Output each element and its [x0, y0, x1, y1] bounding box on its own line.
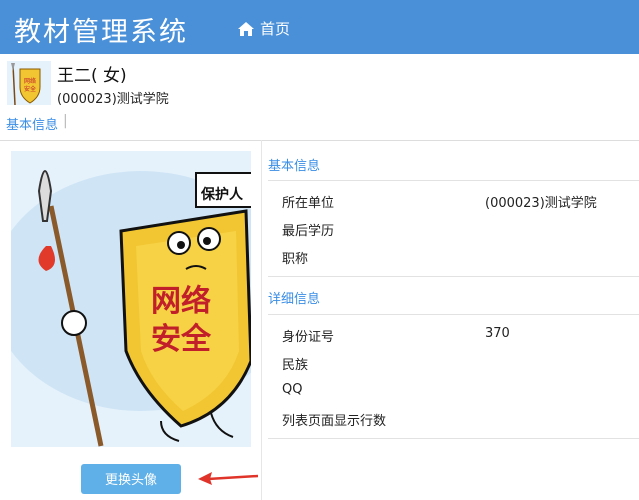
svg-text:网络: 网络 — [24, 77, 36, 85]
section-title-basic: 基本信息 — [268, 159, 321, 174]
section-title-detail: 详细信息 — [268, 292, 321, 307]
home-icon — [238, 21, 254, 36]
app-title: 教材管理系统 — [14, 17, 188, 48]
change-avatar-button[interactable]: 更换头像 — [81, 464, 181, 494]
tab-separator: | — [63, 113, 68, 129]
divider — [268, 276, 639, 277]
home-link-label: 首页 — [260, 20, 291, 38]
divider — [268, 438, 639, 439]
field-label-title: 职称 — [282, 252, 309, 267]
avatar: 网络 安全 — [7, 61, 51, 105]
svg-text:网络: 网络 — [151, 284, 211, 319]
divider — [268, 314, 639, 315]
user-org: (000023)测试学院 — [57, 92, 169, 107]
user-name: 王二( 女) — [57, 66, 127, 86]
field-label-qq: QQ — [282, 382, 303, 397]
field-label-rows-per-page: 列表页面显示行数 — [282, 414, 387, 429]
field-label-ethnicity: 民族 — [282, 358, 309, 373]
field-label-id-number: 身份证号 — [282, 330, 335, 345]
svg-text:安全: 安全 — [24, 85, 36, 93]
field-label-education: 最后学历 — [282, 224, 335, 239]
tab-bar: 基本信息 | — [0, 108, 639, 141]
id-redaction — [509, 323, 597, 343]
home-link[interactable]: 首页 — [238, 18, 290, 39]
field-label-unit: 所在单位 — [282, 196, 335, 211]
arrow-left-icon — [198, 472, 258, 485]
svg-text:保护人: 保护人 — [200, 186, 244, 203]
svg-text:安全: 安全 — [151, 322, 212, 357]
divider — [268, 180, 639, 181]
tab-basic-info[interactable]: 基本信息 — [6, 114, 58, 133]
avatar-large: 保护人 网络 安全 — [11, 151, 251, 447]
top-navbar: 教材管理系统 首页 — [0, 0, 639, 54]
profile-summary: 网络 安全 王二( 女) (000023)测试学院 — [7, 61, 607, 107]
field-value-unit: (000023)测试学院 — [485, 196, 597, 211]
column-divider — [261, 140, 262, 500]
